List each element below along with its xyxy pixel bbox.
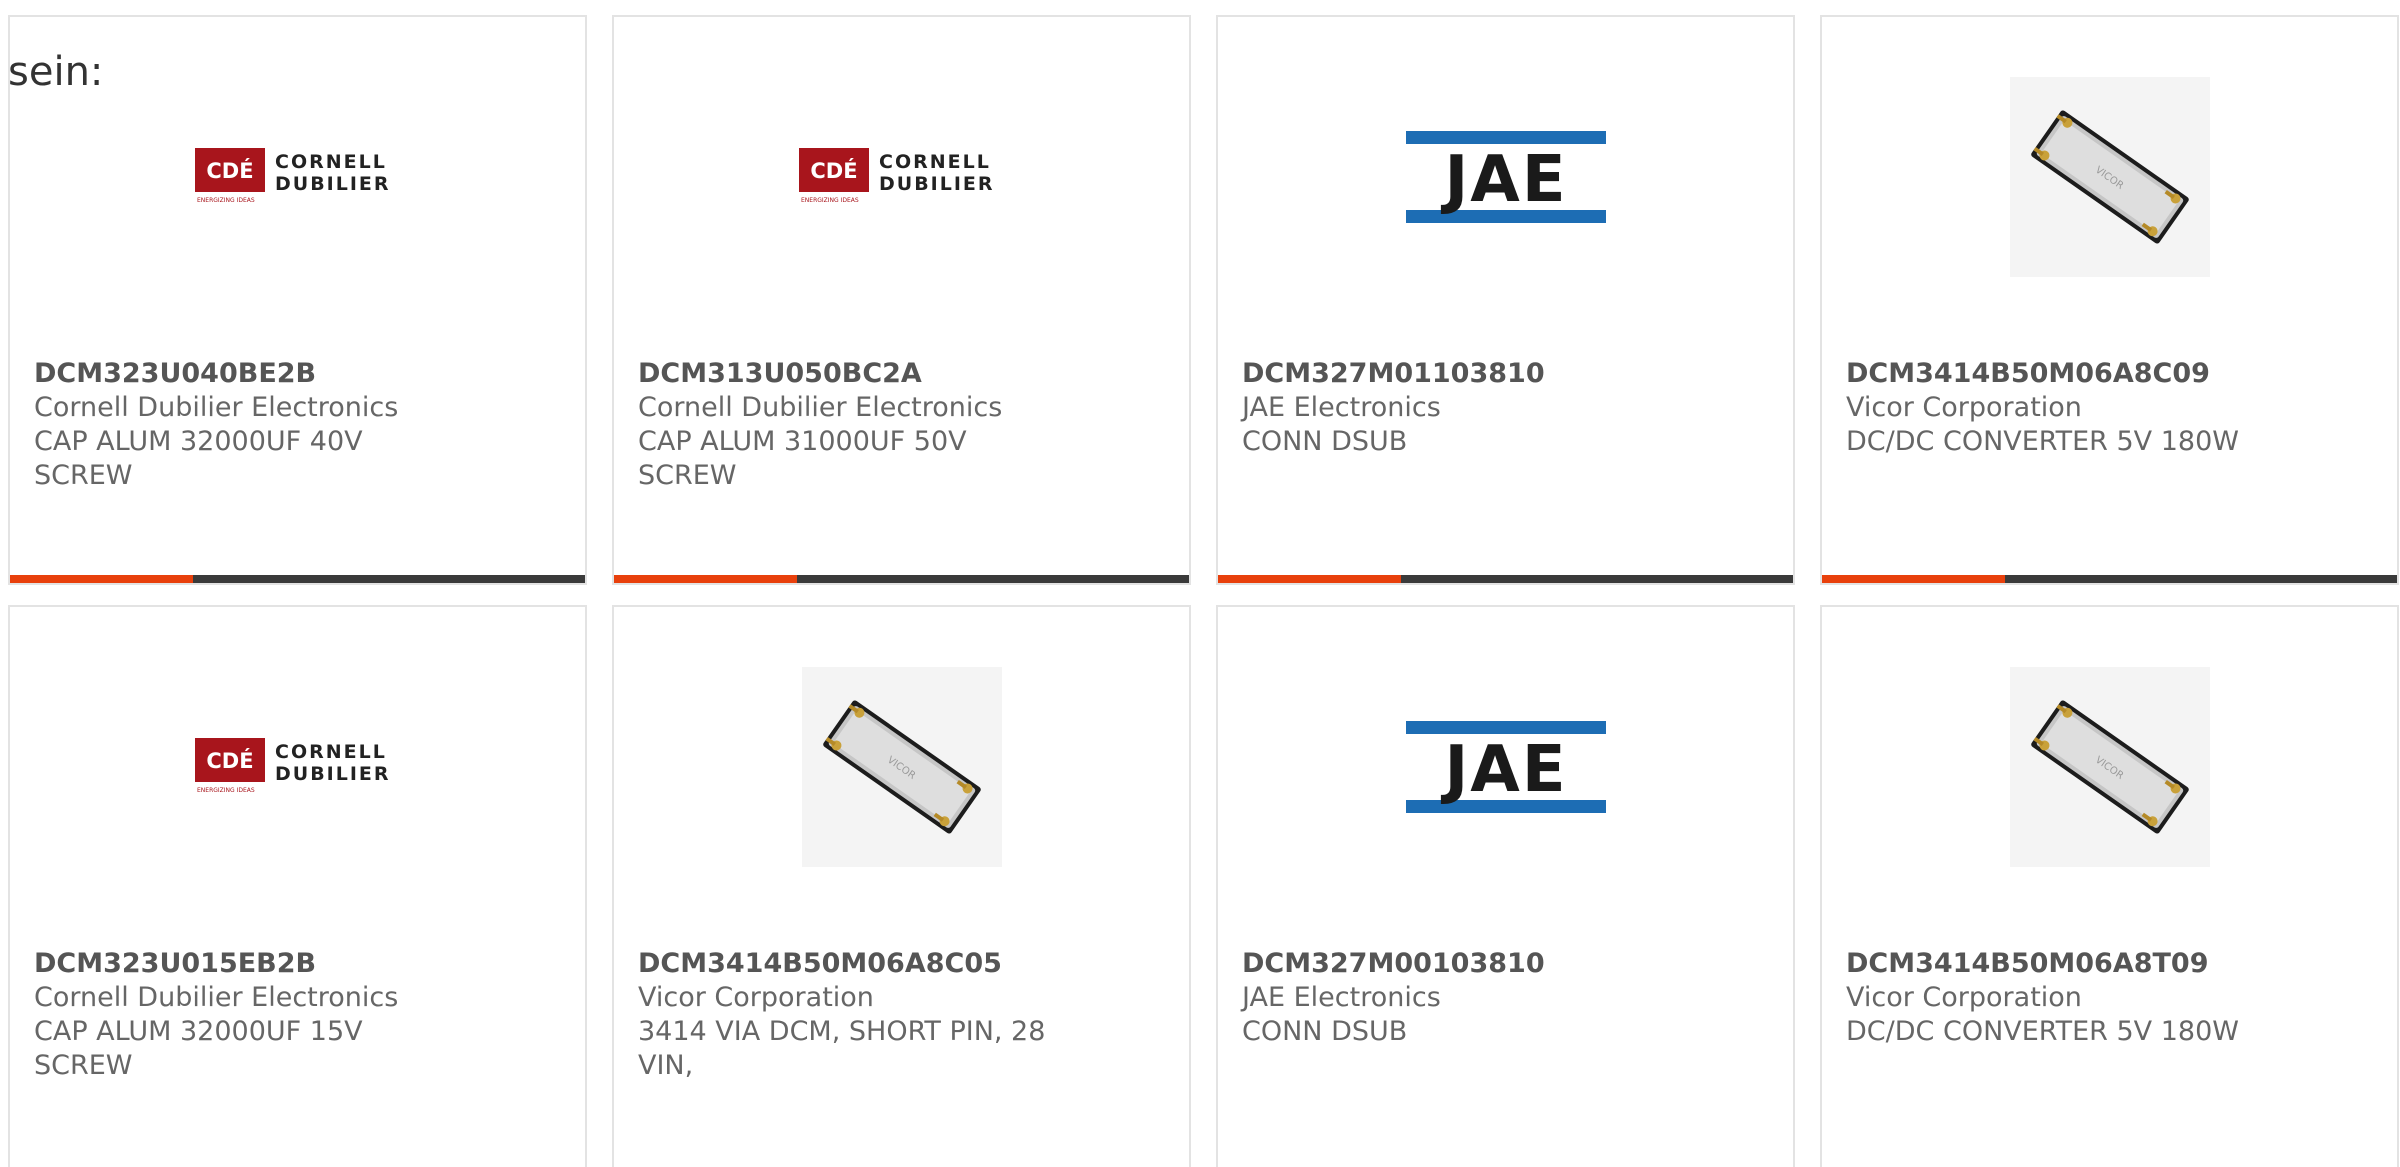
product-info: DCM323U015EB2B Cornell Dubilier Electron…	[34, 947, 561, 1083]
product-image[interactable]: VICOR	[614, 662, 1189, 872]
card-accent-bar	[1218, 575, 1401, 583]
vicor-module-photo: VICOR	[2009, 77, 2210, 277]
part-number[interactable]: DCM327M00103810	[1242, 947, 1769, 981]
product-info: DCM313U050BC2A Cornell Dubilier Electron…	[638, 357, 1165, 493]
card-accent-bar	[1822, 575, 2005, 583]
manufacturer-name: Cornell Dubilier Electronics	[34, 982, 399, 1013]
product-info: DCM327M00103810 JAE Electronics CONN DSU…	[1242, 947, 1769, 1049]
product-image[interactable]: JAE	[1218, 662, 1793, 872]
part-number[interactable]: DCM323U015EB2B	[34, 947, 561, 981]
manufacturer-name: JAE Electronics	[1242, 392, 1441, 423]
product-description: CONN DSUB	[1242, 1016, 1408, 1047]
cornell-dubilier-logo: CDÉ ENERGIZING IDEAS CORNELLDUBILIER	[195, 148, 391, 204]
manufacturer-name: Vicor Corporation	[1846, 982, 2082, 1013]
product-info: DCM3414B50M06A8C05 Vicor Corporation 341…	[638, 947, 1165, 1083]
product-card[interactable]: CDÉ ENERGIZING IDEAS CORNELL DUBILIER DCM32…	[8, 605, 587, 1167]
svg-text:ENERGIZING IDEAS: ENERGIZING IDEAS	[197, 787, 255, 794]
jae-logo: JAE	[1405, 131, 1606, 223]
part-number[interactable]: DCM313U050BC2A	[638, 357, 1165, 391]
svg-text:CORNELL: CORNELL	[275, 741, 387, 763]
vicor-module-photo: VICOR	[801, 667, 1002, 867]
product-description: 3414 VIA DCM, SHORT PIN, 28 VIN,	[638, 1016, 1046, 1081]
product-card[interactable]: VICOR DCM3414B50M06A8C09 Vicor Corporati…	[1820, 15, 2399, 585]
svg-text:ENERGIZING IDEAS: ENERGIZING IDEAS	[197, 197, 255, 204]
svg-text:JAE: JAE	[1440, 143, 1567, 217]
product-results-page: sein: CDÉ ENERGIZING IDEAS CORNELL DUBILIER…	[0, 0, 2400, 1167]
svg-text:DUBILIER: DUBILIER	[275, 763, 391, 785]
manufacturer-name: JAE Electronics	[1242, 982, 1441, 1013]
product-description: CAP ALUM 32000UF 40V SCREW	[34, 426, 363, 491]
product-grid: CDÉ ENERGIZING IDEAS CORNELL DUBILIER DCM32…	[8, 15, 2399, 1167]
svg-text:CDÉ: CDÉ	[206, 158, 253, 183]
card-footer-bar	[614, 575, 1189, 583]
card-accent-bar	[10, 575, 193, 583]
product-card[interactable]: VICOR DCM3414B50M06A8C05 Vicor Corporati…	[612, 605, 1191, 1167]
product-card[interactable]: VICOR DCM3414B50M06A8T09 Vicor Corporati…	[1820, 605, 2399, 1167]
vicor-module-photo: VICOR	[2009, 667, 2210, 867]
product-info: DCM323U040BE2B Cornell Dubilier Electron…	[34, 357, 561, 493]
svg-text:JAE: JAE	[1440, 733, 1567, 807]
product-image[interactable]: CDÉ ENERGIZING IDEAS CORNELL DUBILIER	[10, 662, 585, 872]
manufacturer-name: Vicor Corporation	[638, 982, 874, 1013]
product-card[interactable]: CDÉ ENERGIZING IDEAS CORNELL DUBILIER DCM31…	[612, 15, 1191, 585]
svg-text:CORNELL: CORNELL	[275, 151, 387, 173]
product-info: DCM3414B50M06A8C09 Vicor Corporation DC/…	[1846, 357, 2373, 459]
product-card[interactable]: CDÉ ENERGIZING IDEAS CORNELL DUBILIER DCM32…	[8, 15, 587, 585]
manufacturer-name: Vicor Corporation	[1846, 392, 2082, 423]
svg-text:CDÉ: CDÉ	[810, 158, 857, 183]
card-footer-bar	[10, 575, 585, 583]
product-card[interactable]: JAE DCM327M00103810 JAE Electronics CONN…	[1216, 605, 1795, 1167]
svg-text:CDÉ: CDÉ	[206, 748, 253, 773]
product-description: CAP ALUM 31000UF 50V SCREW	[638, 426, 967, 491]
card-footer-bar	[1218, 575, 1793, 583]
product-description: DC/DC CONVERTER 5V 180W	[1846, 1016, 2239, 1047]
svg-text:CORNELL: CORNELL	[879, 151, 991, 173]
product-image[interactable]: VICOR	[1822, 72, 2397, 282]
product-image[interactable]: CDÉ ENERGIZING IDEAS CORNELL DUBILIER	[614, 72, 1189, 282]
cornell-dubilier-logo: CDÉ ENERGIZING IDEAS CORNELLDUBILIER	[799, 148, 995, 204]
product-image[interactable]: VICOR	[1822, 662, 2397, 872]
card-footer-bar	[1822, 575, 2397, 583]
manufacturer-name: Cornell Dubilier Electronics	[34, 392, 399, 423]
product-image[interactable]: JAE	[1218, 72, 1793, 282]
section-heading: sein:	[8, 49, 104, 95]
card-accent-bar	[614, 575, 797, 583]
svg-text:DUBILIER: DUBILIER	[275, 173, 391, 195]
cornell-dubilier-logo: CDÉ ENERGIZING IDEAS CORNELLDUBILIER	[195, 738, 391, 794]
product-card[interactable]: JAE DCM327M01103810 JAE Electronics CONN…	[1216, 15, 1795, 585]
part-number[interactable]: DCM3414B50M06A8T09	[1846, 947, 2373, 981]
product-image[interactable]: CDÉ ENERGIZING IDEAS CORNELL DUBILIER	[10, 72, 585, 282]
part-number[interactable]: DCM327M01103810	[1242, 357, 1769, 391]
part-number[interactable]: DCM323U040BE2B	[34, 357, 561, 391]
part-number[interactable]: DCM3414B50M06A8C05	[638, 947, 1165, 981]
svg-text:ENERGIZING IDEAS: ENERGIZING IDEAS	[801, 197, 859, 204]
jae-logo: JAE	[1405, 721, 1606, 813]
svg-text:DUBILIER: DUBILIER	[879, 173, 995, 195]
product-description: CONN DSUB	[1242, 426, 1408, 457]
product-info: DCM3414B50M06A8T09 Vicor Corporation DC/…	[1846, 947, 2373, 1049]
manufacturer-name: Cornell Dubilier Electronics	[638, 392, 1003, 423]
product-info: DCM327M01103810 JAE Electronics CONN DSU…	[1242, 357, 1769, 459]
product-description: DC/DC CONVERTER 5V 180W	[1846, 426, 2239, 457]
part-number[interactable]: DCM3414B50M06A8C09	[1846, 357, 2373, 391]
product-description: CAP ALUM 32000UF 15V SCREW	[34, 1016, 363, 1081]
